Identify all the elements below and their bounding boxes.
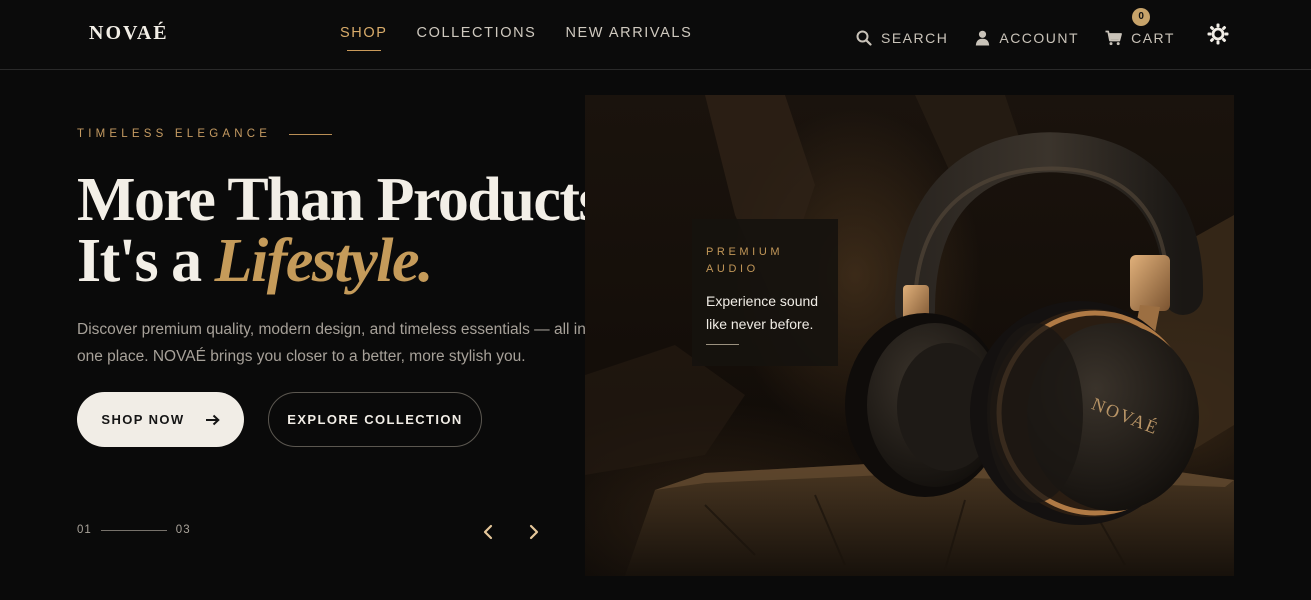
chevron-left-icon	[483, 524, 493, 540]
user-icon	[976, 30, 990, 45]
headline-line-1: More Than Products,	[77, 166, 617, 234]
next-slide-button[interactable]	[522, 520, 546, 544]
cart-button[interactable]: CART 0	[1105, 7, 1175, 46]
cart-count-badge: 0	[1132, 7, 1151, 26]
slide-progress-line	[100, 529, 167, 531]
promo-card: PREMIUM AUDIO Experience sound like neve…	[692, 219, 838, 366]
hero-headline: More Than Products, It's a Lifestyle.	[77, 169, 617, 295]
explore-collection-label: EXPLORE COLLECTION	[287, 412, 463, 427]
eyebrow-divider	[289, 133, 333, 135]
nav-item-collections[interactable]: COLLECTIONS	[417, 25, 537, 41]
shop-now-button[interactable]: SHOP NOW	[77, 392, 244, 447]
promo-text: Experience sound like never before.	[706, 293, 819, 332]
cart-icon	[1105, 30, 1122, 45]
headline-accent: Lifestyle.	[214, 227, 434, 295]
arrow-right-icon	[205, 414, 220, 425]
shop-now-label: SHOP NOW	[101, 412, 185, 427]
cart-label: CART	[1131, 29, 1175, 46]
account-label: ACCOUNT	[999, 29, 1080, 46]
search-icon	[856, 30, 872, 46]
sun-icon	[1207, 23, 1229, 45]
chevron-right-icon	[529, 524, 539, 540]
eyebrow-text: TIMELESS ELEGANCE	[77, 128, 272, 140]
main-nav: SHOP COLLECTIONS NEW ARRIVALS	[340, 25, 692, 51]
nav-item-new-arrivals[interactable]: NEW ARRIVALS	[565, 25, 692, 41]
theme-toggle-button[interactable]	[1207, 23, 1229, 50]
hero-description: Discover premium quality, modern design,…	[77, 321, 586, 365]
brand-logo[interactable]: NOVAÉ	[89, 22, 169, 45]
explore-collection-button[interactable]: EXPLORE COLLECTION	[268, 392, 482, 447]
promo-tag: PREMIUM AUDIO	[706, 246, 784, 275]
slide-current: 01	[77, 524, 92, 536]
slide-indicator: 01 03	[77, 524, 191, 536]
headline-line-2-prefix: It's a	[77, 227, 215, 295]
hero-product-image: NOVAÉ	[585, 95, 1234, 576]
header-tools: SEARCH ACCOUNT CART 0	[856, 7, 1229, 50]
nav-item-shop[interactable]: SHOP	[340, 25, 388, 51]
top-nav-bar: NOVAÉ SHOP COLLECTIONS NEW ARRIVALS SEAR…	[0, 0, 1311, 70]
search-button[interactable]: SEARCH	[856, 30, 948, 46]
promo-divider	[706, 344, 739, 345]
hero-eyebrow: TIMELESS ELEGANCE	[77, 128, 333, 140]
account-button[interactable]: ACCOUNT	[975, 30, 1079, 46]
slide-total: 03	[175, 524, 191, 536]
previous-slide-button[interactable]	[476, 520, 500, 544]
search-label: SEARCH	[881, 29, 949, 46]
headphones-illustration	[585, 95, 1234, 576]
